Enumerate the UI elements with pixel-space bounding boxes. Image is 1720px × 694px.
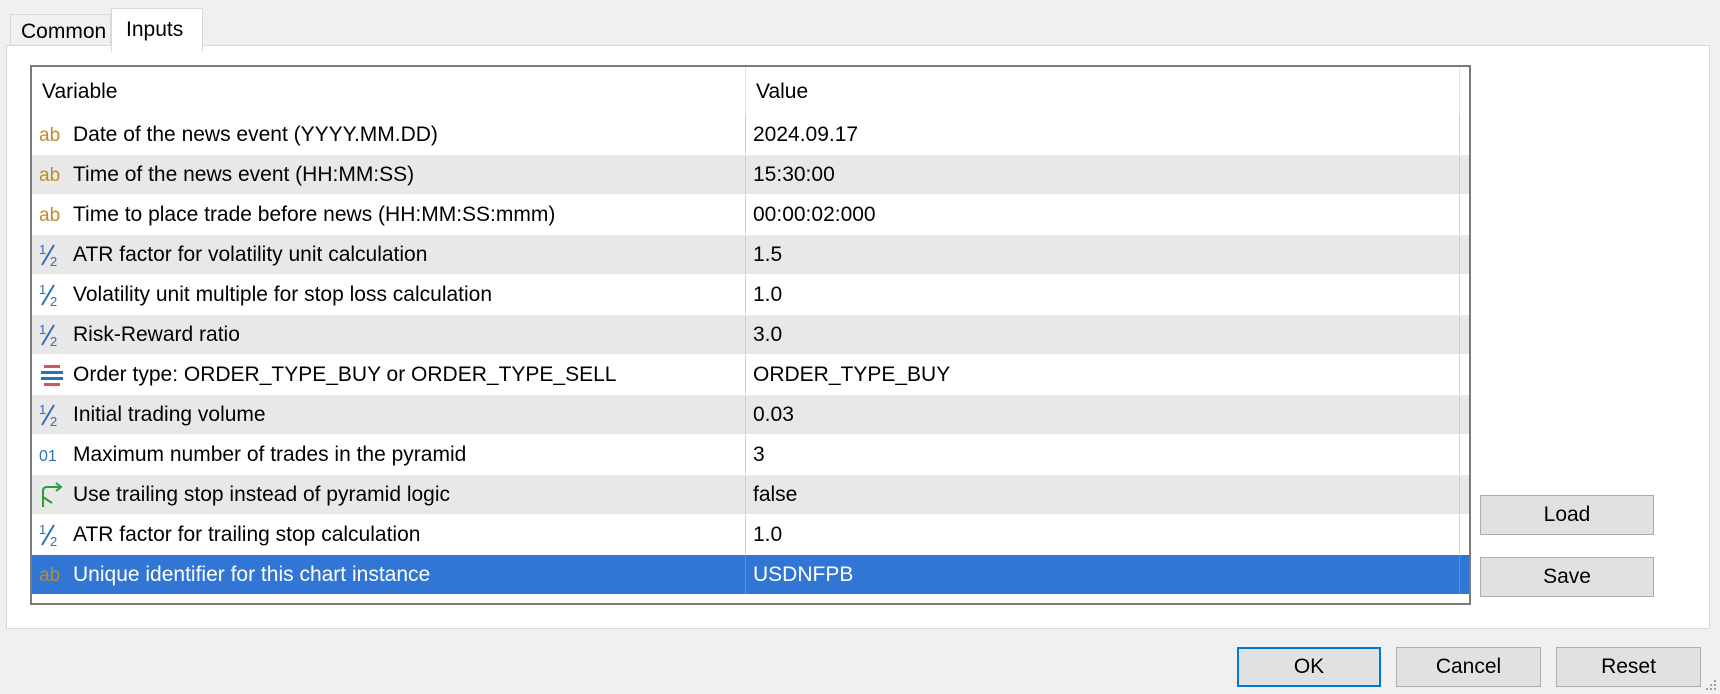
fraction-icon: 12 — [38, 281, 66, 309]
boolean-icon — [38, 481, 66, 509]
table-row[interactable]: ab Date of the news event (YYYY.MM.DD) 202… — [32, 115, 1469, 155]
tab-inputs[interactable]: Inputs — [111, 8, 203, 52]
value-cell[interactable]: 15:30:00 — [746, 155, 1460, 194]
variable-name: Time to place trade before news (HH:MM:S… — [73, 203, 556, 226]
variable-name: Maximum number of trades in the pyramid — [73, 443, 467, 466]
fraction-icon: 12 — [38, 241, 66, 269]
value-cell[interactable]: USDNFPB — [746, 555, 1460, 594]
column-header-value[interactable]: Value — [746, 67, 1460, 115]
variable-name: Risk-Reward ratio — [73, 323, 240, 346]
fraction-icon: 12 — [38, 521, 66, 549]
variable-name: Time of the news event (HH:MM:SS) — [73, 163, 415, 186]
variable-cell[interactable]: Order type: ORDER_TYPE_BUY or ORDER_TYPE… — [32, 355, 746, 394]
variable-name: Date of the news event (YYYY.MM.DD) — [73, 123, 438, 146]
table-row[interactable]: Use trailing stop instead of pyramid log… — [32, 475, 1469, 515]
tab-common[interactable]: Common — [10, 14, 111, 48]
svg-text:ab: ab — [39, 125, 60, 146]
value-cell[interactable]: 00:00:02:000 — [746, 195, 1460, 234]
variable-cell[interactable]: 01 Maximum number of trades in the pyrami… — [32, 435, 746, 474]
variable-name: Initial trading volume — [73, 403, 266, 426]
variable-cell[interactable]: ab Time to place trade before news (HH:MM… — [32, 195, 746, 234]
value-cell[interactable]: 0.03 — [746, 395, 1460, 434]
integer-icon: 01 — [38, 441, 66, 469]
fraction-icon: 12 — [38, 401, 66, 429]
value-cell[interactable]: 3 — [746, 435, 1460, 474]
fraction-icon: 12 — [38, 321, 66, 349]
value-cell[interactable]: false — [746, 475, 1460, 514]
svg-text:1: 1 — [39, 242, 46, 257]
reset-button[interactable]: Reset — [1556, 647, 1701, 687]
inputs-grid: Variable Value ab Date of the news event … — [30, 65, 1471, 605]
svg-text:2: 2 — [50, 254, 57, 269]
value-cell[interactable]: 1.0 — [746, 275, 1460, 314]
variable-name: ATR factor for trailing stop calculation — [73, 523, 421, 546]
enum-icon — [38, 361, 66, 389]
svg-text:1: 1 — [39, 322, 46, 337]
table-row[interactable]: 1 2 Risk-Reward ratio 3.0 — [32, 315, 1469, 355]
value-cell[interactable]: 3.0 — [746, 315, 1460, 354]
save-button[interactable]: Save — [1480, 557, 1654, 597]
table-row[interactable]: Order type: ORDER_TYPE_BUY or ORDER_TYPE… — [32, 355, 1469, 395]
column-header-variable[interactable]: Variable — [32, 67, 746, 115]
variable-name: Use trailing stop instead of pyramid log… — [73, 483, 451, 506]
svg-text:2: 2 — [50, 534, 57, 549]
variable-name: Unique identifier for this chart instanc… — [73, 563, 431, 586]
table-row[interactable]: 1 2 Initial trading volume 0.03 — [32, 395, 1469, 435]
svg-text:ab: ab — [39, 565, 60, 586]
table-row[interactable]: 1 2 ATR factor for volatility unit calcula… — [32, 235, 1469, 275]
table-row[interactable]: 1 2 Volatility unit multiple for stop loss… — [32, 275, 1469, 315]
svg-text:01: 01 — [39, 448, 57, 465]
string-icon: ab — [38, 561, 66, 589]
value-cell[interactable]: ORDER_TYPE_BUY — [746, 355, 1460, 394]
inputs-panel: Variable Value ab Date of the news event … — [6, 45, 1710, 629]
table-row[interactable]: 01 Maximum number of trades in the pyrami… — [32, 435, 1469, 475]
svg-text:2: 2 — [50, 414, 57, 429]
table-row[interactable]: ab Unique identifier for this chart insta… — [32, 555, 1469, 595]
svg-text:ab: ab — [39, 205, 60, 226]
variable-name: ATR factor for volatility unit calculati… — [73, 243, 428, 266]
cancel-button[interactable]: Cancel — [1396, 647, 1541, 687]
resize-grip-icon[interactable] — [1704, 678, 1718, 692]
value-cell[interactable]: 1.0 — [746, 515, 1460, 554]
string-icon: ab — [38, 161, 66, 189]
table-row[interactable]: ab Time of the news event (HH:MM:SS) 15:30… — [32, 155, 1469, 195]
string-icon: ab — [38, 121, 66, 149]
grid-header: Variable Value — [32, 67, 1469, 115]
ok-button[interactable]: OK — [1237, 647, 1381, 687]
variable-cell[interactable]: 1 2 Risk-Reward ratio — [32, 315, 746, 354]
table-row[interactable]: 1 2 ATR factor for trailing stop calculati… — [32, 515, 1469, 555]
variable-cell[interactable]: ab Time of the news event (HH:MM:SS) — [32, 155, 746, 194]
variable-cell[interactable]: 1 2 Volatility unit multiple for stop loss… — [32, 275, 746, 314]
variable-name: Order type: ORDER_TYPE_BUY or ORDER_TYPE… — [73, 363, 617, 386]
table-row[interactable]: ab Time to place trade before news (HH:MM… — [32, 195, 1469, 235]
svg-text:1: 1 — [39, 522, 46, 537]
value-cell[interactable]: 1.5 — [746, 235, 1460, 274]
load-button[interactable]: Load — [1480, 495, 1654, 535]
svg-text:2: 2 — [50, 294, 57, 309]
string-icon: ab — [38, 201, 66, 229]
svg-text:2: 2 — [50, 334, 57, 349]
variable-cell[interactable]: 1 2 ATR factor for volatility unit calcula… — [32, 235, 746, 274]
variable-name: Volatility unit multiple for stop loss c… — [73, 283, 493, 306]
svg-text:1: 1 — [39, 282, 46, 297]
variable-cell[interactable]: ab Unique identifier for this chart insta… — [32, 555, 746, 594]
variable-cell[interactable]: 1 2 ATR factor for trailing stop calculati… — [32, 515, 746, 554]
variable-cell[interactable]: Use trailing stop instead of pyramid log… — [32, 475, 746, 514]
variable-cell[interactable]: ab Date of the news event (YYYY.MM.DD) — [32, 115, 746, 154]
svg-text:ab: ab — [39, 165, 60, 186]
variable-cell[interactable]: 1 2 Initial trading volume — [32, 395, 746, 434]
svg-text:1: 1 — [39, 402, 46, 417]
value-cell[interactable]: 2024.09.17 — [746, 115, 1460, 154]
